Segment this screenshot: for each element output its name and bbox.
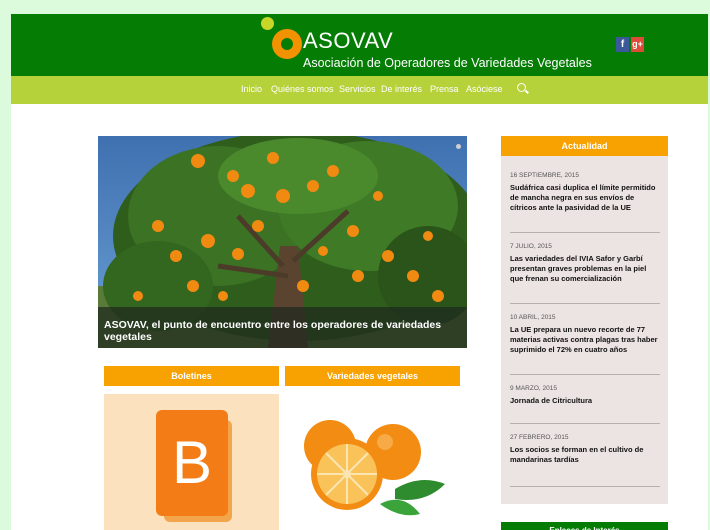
- nav-item-de-interes[interactable]: De interés: [381, 84, 422, 94]
- news-title[interactable]: La UE prepara un nuevo recorte de 77 mat…: [510, 325, 660, 355]
- news-divider: [510, 232, 660, 233]
- nav-item-servicios[interactable]: Servicios: [339, 84, 376, 94]
- google-plus-icon[interactable]: g+: [631, 37, 644, 52]
- slider-caption[interactable]: ASOVAV, el punto de encuentro entre los …: [104, 319, 467, 343]
- oranges-image[interactable]: [285, 394, 460, 530]
- news-date: 9 MARZO, 2015: [510, 385, 557, 392]
- news-divider: [510, 374, 660, 375]
- nav-item-prensa[interactable]: Prensa: [430, 84, 459, 94]
- news-item[interactable]: 27 FEBRERO, 2015 Los socios se forman en…: [510, 434, 660, 465]
- boletines-b-icon: B: [156, 410, 228, 516]
- sidebar-actualidad: Actualidad 16 SEPTIEMBRE, 2015 Sudáfrica…: [501, 136, 668, 504]
- news-divider: [510, 303, 660, 304]
- news-title[interactable]: Jornada de Citricultura: [510, 396, 660, 406]
- news-item[interactable]: 7 JULIO, 2015 Las variedades del IVIA Sa…: [510, 243, 660, 284]
- logo-title: ASOVAV: [303, 28, 394, 53]
- page: ASOVAV Asociación de Operadores de Varie…: [11, 14, 708, 530]
- variedades-header[interactable]: Variedades vegetales: [285, 366, 460, 386]
- boletines-image[interactable]: B: [104, 394, 279, 530]
- hero-slider[interactable]: ASOVAV, el punto de encuentro entre los …: [98, 136, 467, 348]
- news-date: 27 FEBRERO, 2015: [510, 434, 569, 441]
- sidebar-title[interactable]: Actualidad: [501, 136, 668, 156]
- boletines-header[interactable]: Boletines: [104, 366, 279, 386]
- news-item[interactable]: 9 MARZO, 2015 Jornada de Citricultura: [510, 385, 660, 406]
- logo-subtitle: Asociación de Operadores de Variedades V…: [303, 56, 592, 70]
- news-divider: [510, 423, 660, 424]
- main-nav: Inicio Quiénes somos Servicios De interé…: [11, 76, 708, 104]
- facebook-icon[interactable]: f: [616, 37, 629, 52]
- site-header: ASOVAV Asociación de Operadores de Varie…: [11, 14, 708, 76]
- links-header[interactable]: Enlaces de Interés: [501, 522, 668, 530]
- news-date: 10 ABRIL, 2015: [510, 314, 556, 321]
- logo-dot-icon: [261, 17, 274, 30]
- nav-item-quienes-somos[interactable]: Quiénes somos: [271, 84, 334, 94]
- nav-item-asociese[interactable]: Asóciese: [466, 84, 503, 94]
- search-icon[interactable]: [517, 83, 526, 92]
- news-divider: [510, 486, 660, 487]
- news-date: 7 JULIO, 2015: [510, 243, 552, 250]
- nav-item-inicio[interactable]: Inicio: [241, 84, 262, 94]
- news-date: 16 SEPTIEMBRE, 2015: [510, 172, 580, 179]
- slider-dot-icon[interactable]: [456, 144, 461, 149]
- news-title[interactable]: Sudáfrica casi duplica el límite permiti…: [510, 183, 660, 213]
- news-item[interactable]: 16 SEPTIEMBRE, 2015 Sudáfrica casi dupli…: [510, 172, 660, 213]
- logo-orange-icon: [272, 29, 302, 59]
- news-item[interactable]: 10 ABRIL, 2015 La UE prepara un nuevo re…: [510, 314, 660, 355]
- news-title[interactable]: Las variedades del IVIA Safor y Garbí pr…: [510, 254, 660, 284]
- news-title[interactable]: Los socios se forman en el cultivo de ma…: [510, 445, 660, 465]
